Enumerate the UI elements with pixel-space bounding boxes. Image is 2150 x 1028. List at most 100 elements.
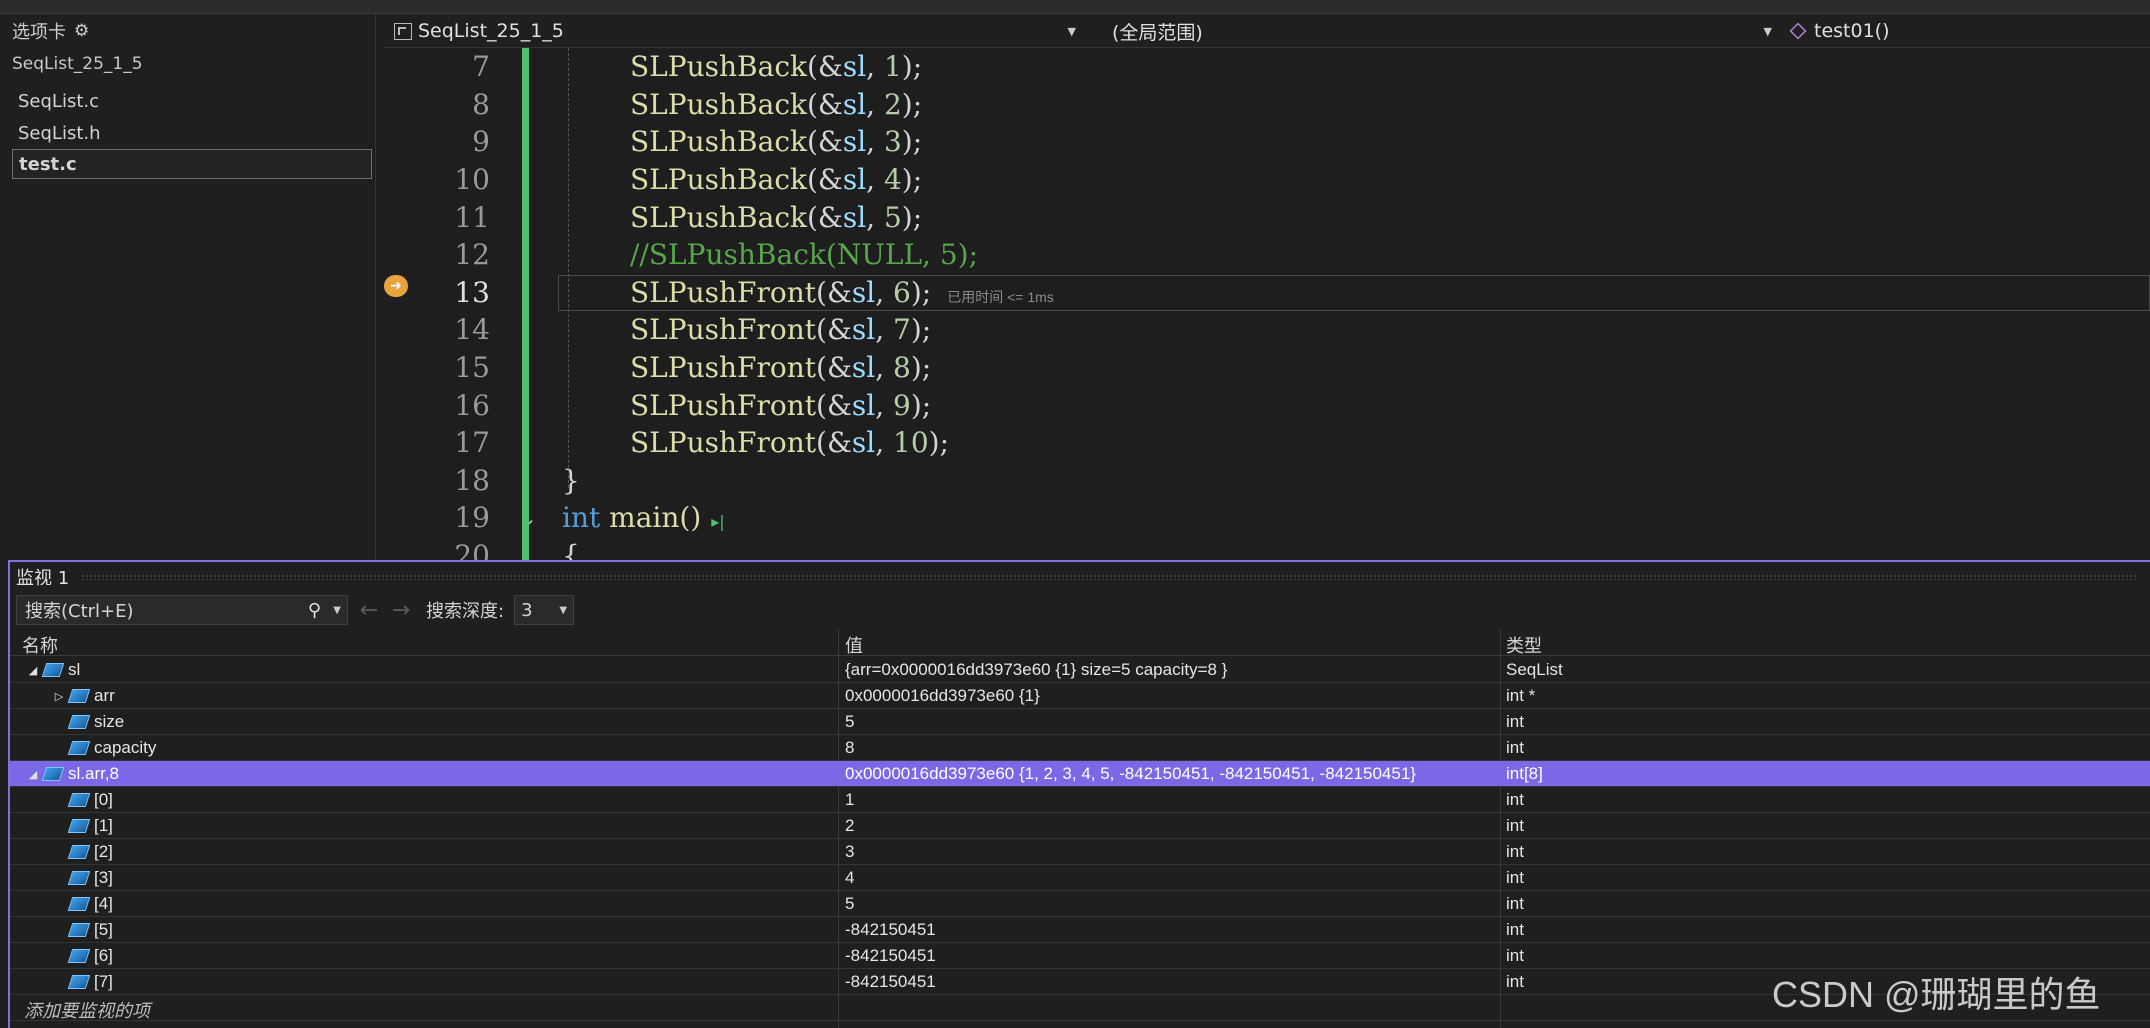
line-number: 19 — [454, 501, 490, 535]
variable-token: sl — [851, 313, 876, 347]
watch-variable-value[interactable]: 8 — [845, 738, 854, 758]
watch-variable-value[interactable]: 0x0000016dd3973e60 {1, 2, 3, 4, 5, -8421… — [845, 764, 1416, 784]
code-line[interactable]: 20 { — [410, 537, 2150, 560]
code-line[interactable]: 18} — [410, 462, 2150, 500]
watch-row[interactable]: [4] 5 int — [10, 891, 2150, 917]
watch-row[interactable]: [5] -842150451 int — [10, 917, 2150, 943]
watch-variable-value[interactable]: 4 — [845, 868, 854, 888]
watch-variable-name[interactable]: [2] — [94, 842, 113, 862]
watch-variable-name[interactable]: arr — [94, 686, 115, 706]
watch-variable-name[interactable]: [7] — [94, 972, 113, 992]
watch-row[interactable]: size 5 int — [10, 709, 2150, 735]
brace-token: } — [562, 463, 580, 497]
punctuation-token: ); — [901, 50, 923, 84]
code-line[interactable]: 10 SLPushBack(&sl, 4); — [410, 161, 2150, 199]
collapse-arrow-icon[interactable]: ◢ — [26, 768, 40, 781]
watch-search-input[interactable]: 搜索(Ctrl+E) ⚲ ▼ — [16, 595, 348, 625]
watch-variable-value[interactable]: {arr=0x0000016dd3973e60 {1} size=5 capac… — [845, 660, 1227, 680]
punctuation-token: , — [866, 87, 884, 121]
watch-row[interactable]: ▷ arr 0x0000016dd3973e60 {1} int * — [10, 683, 2150, 709]
execution-pointer-arrow-icon[interactable]: ➜ — [384, 275, 408, 297]
watch-variable-name[interactable]: [4] — [94, 894, 113, 914]
code-text: SLPushFront(&sl, 7); — [630, 313, 931, 346]
search-next-icon[interactable]: → — [390, 598, 412, 623]
watch-row[interactable]: ◢ sl.arr,8 0x0000016dd3973e60 {1, 2, 3, 4,… — [10, 761, 2150, 787]
function-call-token: SLPushBack — [630, 125, 807, 159]
search-previous-icon[interactable]: ← — [358, 598, 380, 623]
watch-variable-name[interactable]: [3] — [94, 868, 113, 888]
step-into-icon[interactable]: ▸| — [711, 512, 724, 531]
line-number: 8 — [472, 87, 490, 121]
code-line[interactable]: 11 SLPushBack(&sl, 5); — [410, 198, 2150, 236]
code-line[interactable]: 15 SLPushFront(&sl, 8); — [410, 349, 2150, 387]
watch-variable-name[interactable]: [0] — [94, 790, 113, 810]
search-depth-select[interactable]: 3 ▼ — [514, 595, 575, 625]
search-icon[interactable]: ⚲ — [308, 600, 321, 621]
watch-variable-name[interactable]: [5] — [94, 920, 113, 940]
code-line[interactable]: 16 SLPushFront(&sl, 9); — [410, 386, 2150, 424]
watch-row-name-cell: [0] — [52, 790, 113, 810]
watch-variable-name[interactable]: sl — [68, 660, 80, 680]
code-text: SLPushFront(&sl, 8); — [630, 351, 931, 384]
gear-icon[interactable]: ⚙ — [74, 21, 89, 41]
watch-variable-name[interactable]: [6] — [94, 946, 113, 966]
watch-row[interactable]: ◢ sl {arr=0x0000016dd3973e60 {1} size=5 ca… — [10, 657, 2150, 683]
code-text: int main() ▸| — [562, 501, 725, 534]
code-line[interactable]: 19⌄int main()▸| — [410, 499, 2150, 537]
global-scope-dropdown[interactable]: (全局范围) ▼ — [1084, 16, 1778, 46]
file-tab-seqlist-c[interactable]: SeqList.c — [12, 86, 372, 116]
watch-variable-value[interactable]: -842150451 — [845, 920, 936, 940]
watch-variable-value[interactable]: 3 — [845, 842, 854, 862]
number-token: 7 — [893, 313, 911, 347]
punctuation-token: (& — [816, 313, 852, 347]
watch-row-name-cell: size — [52, 712, 124, 732]
code-line[interactable]: 14 SLPushFront(&sl, 7); — [410, 311, 2150, 349]
punctuation-token: , — [875, 426, 894, 460]
function-call-token: SLPushFront — [630, 426, 817, 460]
watch-variable-type: int — [1506, 920, 1524, 939]
column-header-type[interactable]: 类型 — [1506, 632, 1542, 658]
watch-row-name-cell: capacity — [52, 738, 156, 758]
code-line[interactable]: 8 SLPushBack(&sl, 2); — [410, 86, 2150, 124]
column-header-name[interactable]: 名称 — [22, 632, 58, 658]
watch-row[interactable]: [0] 1 int — [10, 787, 2150, 813]
code-line[interactable]: 12 //SLPushBack(NULL, 5); — [410, 236, 2150, 274]
watch-variable-value[interactable]: 0x0000016dd3973e60 {1} — [845, 686, 1040, 706]
code-line[interactable]: 17 SLPushFront(&sl, 10); — [410, 424, 2150, 462]
watch-variable-value[interactable]: -842150451 — [845, 972, 936, 992]
column-header-value[interactable]: 值 — [845, 632, 863, 658]
chevron-down-icon: ▼ — [1763, 24, 1772, 38]
watch-variable-name[interactable]: capacity — [94, 738, 156, 758]
watch-row[interactable]: capacity 8 int — [10, 735, 2150, 761]
file-tab-test-c[interactable]: test.c — [12, 149, 372, 179]
watch-row[interactable]: [3] 4 int — [10, 865, 2150, 891]
watch-variable-value[interactable]: 5 — [845, 712, 854, 732]
function-call-token: SLPushBack — [630, 87, 807, 121]
watch-variable-name[interactable]: sl.arr,8 — [68, 764, 119, 784]
watch-variable-type: int — [1506, 894, 1524, 913]
watch-row[interactable]: [1] 2 int — [10, 813, 2150, 839]
collapse-arrow-icon[interactable]: ◢ — [26, 664, 40, 677]
watch-toolbar: 搜索(Ctrl+E) ⚲ ▼ ← → 搜索深度: 3 ▼ — [10, 592, 2150, 628]
code-line[interactable]: 9 SLPushBack(&sl, 3); — [410, 123, 2150, 161]
watch-variable-value[interactable]: 2 — [845, 816, 854, 836]
project-scope-dropdown[interactable]: SeqList_25_1_5 ▼ — [388, 16, 1082, 46]
watch-row-name-cell: [1] — [52, 816, 113, 836]
file-tab-seqlist-h[interactable]: SeqList.h — [12, 118, 372, 148]
punctuation-token: , — [866, 50, 884, 84]
watch-variable-name[interactable]: size — [94, 712, 124, 732]
watch-row[interactable]: [2] 3 int — [10, 839, 2150, 865]
glyph-margin[interactable] — [376, 48, 410, 560]
variable-token: sl — [842, 87, 867, 121]
code-line[interactable]: 7 SLPushBack(&sl, 1); — [410, 48, 2150, 86]
watch-variable-type: int — [1506, 972, 1524, 991]
expand-arrow-icon[interactable]: ▷ — [52, 690, 66, 703]
chevron-down-icon[interactable]: ▼ — [333, 605, 341, 616]
watch-variable-value[interactable]: 5 — [845, 894, 854, 914]
watch-variable-name[interactable]: [1] — [94, 816, 113, 836]
add-watch-placeholder[interactable]: 添加要监视的项 — [24, 997, 150, 1023]
watch-variable-value[interactable]: -842150451 — [845, 946, 936, 966]
watch-variable-type: int[8] — [1506, 764, 1543, 783]
watch-variable-value[interactable]: 1 — [845, 790, 854, 810]
function-scope-dropdown[interactable]: test01() — [1786, 16, 2150, 46]
